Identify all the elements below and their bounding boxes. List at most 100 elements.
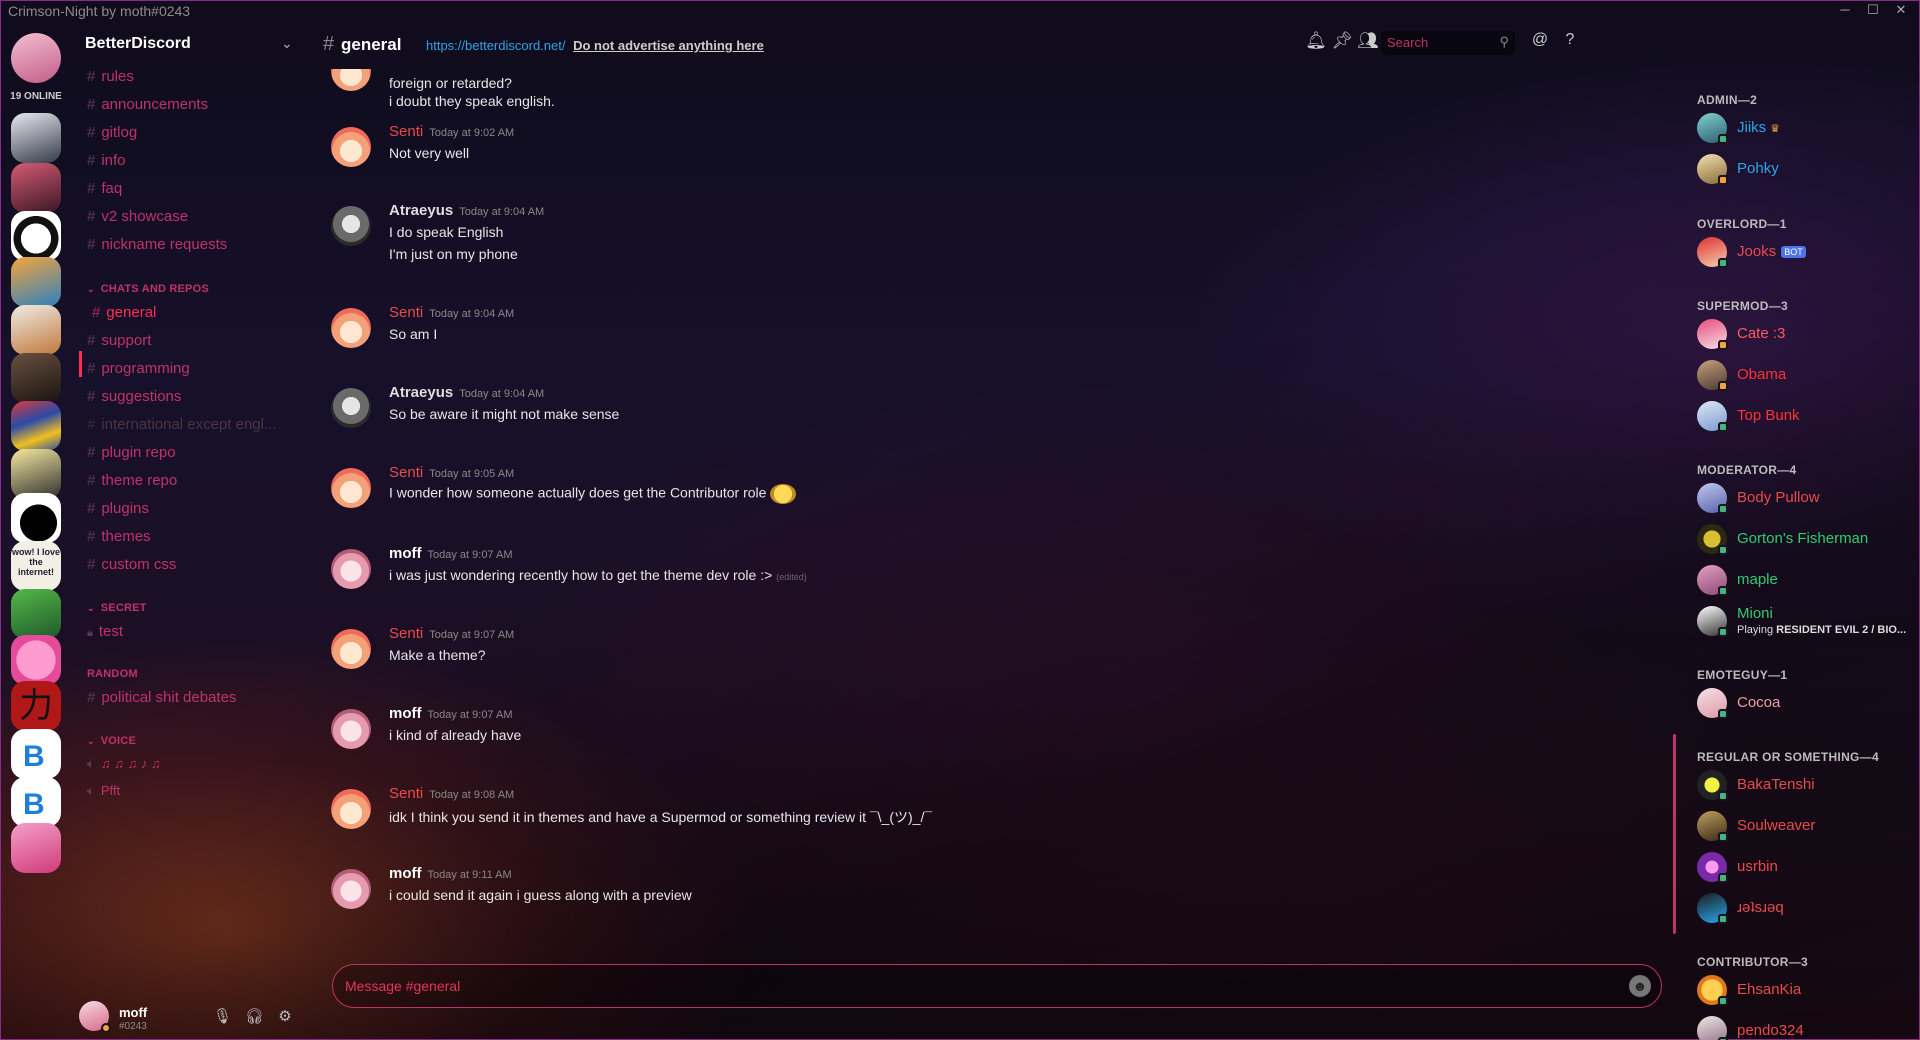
home-avatar[interactable] — [11, 33, 61, 83]
channel-plugins[interactable]: # plugins — [87, 500, 149, 517]
server-icon[interactable] — [11, 493, 61, 543]
betterdiscord-server-icon[interactable]: B — [11, 777, 61, 827]
channel-custom-css[interactable]: # custom css — [87, 556, 176, 573]
member-item[interactable]: Body Pullow — [1697, 481, 1917, 517]
channel-theme-repo[interactable]: # theme repo — [87, 472, 177, 489]
channel-gitlog[interactable]: # gitlog — [87, 124, 137, 141]
member-item[interactable]: Jiiks ♛ — [1697, 111, 1917, 147]
server-icon[interactable] — [11, 353, 61, 403]
category-chats-and-repos[interactable]: ⌄ CHATS AND REPOS — [87, 283, 209, 295]
pin-icon[interactable]: 📌︎ — [1329, 31, 1355, 51]
server-name[interactable]: BetterDiscord — [85, 35, 191, 53]
server-icon[interactable] — [11, 113, 61, 163]
maximize-icon[interactable]: ☐ — [1859, 1, 1887, 21]
server-icon[interactable] — [11, 823, 61, 873]
member-item[interactable]: Jooks BOT — [1697, 235, 1917, 271]
minimize-icon[interactable]: ─ — [1831, 1, 1859, 21]
avatar[interactable] — [331, 709, 371, 749]
avatar[interactable] — [331, 308, 371, 348]
topic-link[interactable]: https://betterdiscord.net/ — [426, 38, 565, 53]
status-indicator — [1718, 504, 1728, 514]
member-item[interactable]: usrbin — [1697, 850, 1917, 886]
close-icon[interactable]: ✕ — [1887, 1, 1915, 21]
member-item[interactable]: Mioni Playing RESIDENT EVIL 2 / BIO... — [1697, 604, 1917, 640]
member-item[interactable]: Gorton's Fisherman — [1697, 522, 1917, 558]
member-item[interactable]: Soulweaver — [1697, 809, 1917, 845]
channel-rules[interactable]: # rules — [87, 68, 134, 85]
member-item[interactable]: pendo324 — [1697, 1014, 1917, 1040]
help-icon[interactable]: ? — [1555, 31, 1585, 49]
gear-icon[interactable]: ⚙ — [277, 1007, 293, 1025]
avatar[interactable] — [331, 629, 371, 669]
category-voice[interactable]: ⌄ VOICE — [87, 735, 136, 747]
avatar[interactable] — [331, 549, 371, 589]
server-icon[interactable] — [11, 211, 61, 261]
message-author[interactable]: moff Today at 9:11 AM — [389, 865, 512, 882]
member-item[interactable]: Top Bunk — [1697, 399, 1917, 435]
member-item[interactable]: maple — [1697, 563, 1917, 599]
emoji-picker-icon[interactable]: ☻ — [1629, 975, 1651, 997]
message-author[interactable]: Senti Today at 9:07 AM — [389, 625, 514, 642]
message-author[interactable]: Atraeyus Today at 9:04 AM — [389, 202, 544, 219]
channel-international[interactable]: # international except engl... — [87, 416, 276, 433]
channel-programming[interactable]: # programming — [87, 360, 190, 377]
channel-nickname-requests[interactable]: # nickname requests — [87, 236, 227, 253]
channel-suggestions[interactable]: # suggestions — [87, 388, 181, 405]
member-item[interactable]: Cate :3 — [1697, 317, 1917, 353]
message-author[interactable]: Senti Today at 9:04 AM — [389, 304, 514, 321]
member-item[interactable]: BakaTenshi — [1697, 768, 1917, 804]
channel-faq[interactable]: # faq — [87, 180, 122, 197]
channel-plugin-repo[interactable]: # plugin repo — [87, 444, 176, 461]
member-item[interactable]: Obama — [1697, 358, 1917, 394]
server-icon[interactable] — [11, 401, 61, 451]
members-icon[interactable]: 👥︎ — [1355, 31, 1381, 51]
avatar[interactable] — [331, 869, 371, 909]
message-author[interactable]: Senti Today at 9:08 AM — [389, 785, 514, 802]
message-input[interactable]: Message #general ☻ — [332, 964, 1662, 1008]
betterdiscord-server-icon[interactable]: B — [11, 729, 61, 779]
channel-themes[interactable]: # themes — [87, 528, 151, 545]
mention-icon[interactable]: @ — [1525, 31, 1555, 49]
category-secret[interactable]: ⌄ SECRET — [87, 602, 147, 614]
bell-icon[interactable]: 🔔︎ — [1303, 31, 1329, 51]
server-icon[interactable]: 力 — [11, 681, 61, 731]
avatar[interactable] — [331, 468, 371, 508]
server-icon[interactable] — [11, 589, 61, 639]
channel-announcements[interactable]: # announcements — [87, 96, 208, 113]
voice-channel-music[interactable]: 🔈︎ ♫ ♫ ♫ ♪ ♫ — [87, 756, 161, 772]
channel-test[interactable]: 🔒︎ test — [87, 623, 123, 640]
member-item[interactable]: Cocoa — [1697, 686, 1917, 722]
message-author[interactable]: Senti Today at 9:05 AM — [389, 464, 514, 481]
server-icon[interactable] — [11, 305, 61, 355]
message-author[interactable]: moff Today at 9:07 AM — [389, 705, 513, 722]
message-author[interactable]: moff Today at 9:07 AM — [389, 545, 513, 562]
server-icon[interactable] — [11, 635, 61, 685]
avatar[interactable] — [331, 789, 371, 829]
channel-political-shit-debates[interactable]: # political shit debates — [87, 689, 236, 706]
avatar[interactable] — [331, 206, 371, 246]
member-item[interactable]: ɹǝʇsɹǝq — [1697, 891, 1917, 927]
avatar[interactable] — [331, 127, 371, 167]
channel-support[interactable]: # support — [87, 332, 151, 349]
channel-general[interactable]: # general — [92, 304, 156, 321]
message-author[interactable]: Atraeyus Today at 9:04 AM — [389, 384, 544, 401]
microphone-icon[interactable]: 🎙︎ — [213, 1007, 232, 1025]
avatar[interactable] — [331, 69, 371, 91]
category-random[interactable]: RANDOM — [87, 668, 138, 680]
channel-info[interactable]: # info — [87, 152, 126, 169]
member-item[interactable]: Pohky — [1697, 152, 1917, 188]
server-icon[interactable] — [11, 449, 61, 499]
server-icon[interactable] — [11, 257, 61, 307]
chevron-down-icon[interactable]: ⌄ — [281, 35, 293, 52]
message-author[interactable]: Senti Today at 9:02 AM — [389, 123, 514, 140]
search-input[interactable]: Search ⚲ — [1381, 31, 1515, 55]
headphones-icon[interactable]: 🎧︎ — [245, 1007, 264, 1025]
member-item[interactable]: EhsanKia — [1697, 973, 1917, 1009]
avatar[interactable] — [331, 388, 371, 428]
channel-v2-showcase[interactable]: # v2 showcase — [87, 208, 188, 225]
window-controls: ─ ☐ ✕ — [1831, 1, 1915, 21]
voice-channel-pfft[interactable]: 🔈︎ Pfft — [87, 783, 120, 799]
member-list-scrollbar[interactable] — [1673, 734, 1676, 934]
server-icon[interactable]: wow! I love the internet! — [11, 541, 61, 591]
server-icon[interactable] — [11, 163, 61, 213]
